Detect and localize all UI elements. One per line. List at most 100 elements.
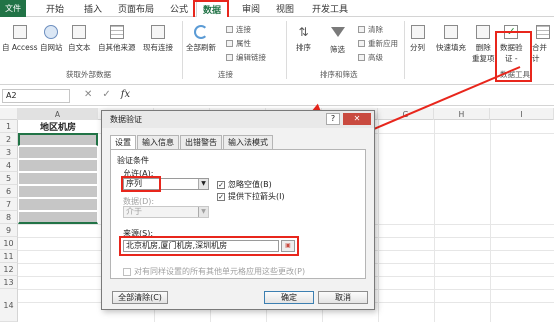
formula-bar: A2 ✕ ✓ fx xyxy=(0,86,554,106)
connections-button[interactable]: 连接 xyxy=(226,24,251,35)
properties-icon xyxy=(226,40,233,47)
cell-a6[interactable] xyxy=(18,185,98,198)
group-label-external-data: 获取外部数据 xyxy=(66,70,111,79)
from-web-button[interactable]: 自网站 xyxy=(40,25,63,53)
dialog-tabs: 设置 输入信息 出错警告 输入法模式 xyxy=(110,135,274,149)
row-header-11[interactable]: 11 xyxy=(0,250,18,263)
reapply-button[interactable]: 重新应用 xyxy=(358,38,398,49)
consolidate-button[interactable]: 合并计 xyxy=(532,25,554,64)
tab-file[interactable]: 文件 xyxy=(0,0,26,17)
remove-duplicates-icon xyxy=(476,25,491,39)
properties-button[interactable]: 属性 xyxy=(226,38,251,49)
apply-all-checkbox[interactable]: 对有同样设置的所有其他单元格应用这些更改(P) xyxy=(123,266,305,277)
data-select[interactable]: 介于 ▼ xyxy=(123,206,209,218)
enter-icon[interactable]: ✓ xyxy=(102,89,110,100)
help-button[interactable]: ? xyxy=(326,113,340,125)
cell-a8[interactable] xyxy=(18,211,98,224)
tab-home[interactable]: 开始 xyxy=(46,0,64,17)
column-header-h[interactable]: H xyxy=(434,108,490,120)
from-access-button[interactable]: 自 Access xyxy=(2,25,38,53)
select-all-corner[interactable] xyxy=(0,108,18,120)
ribbon-separator xyxy=(182,21,183,79)
close-button[interactable]: ✕ xyxy=(343,113,371,125)
checkbox-checked-icon: ✓ xyxy=(217,192,225,201)
in-cell-dropdown-checkbox[interactable]: ✓ 提供下拉箭头(I) xyxy=(217,191,285,202)
row-header-10[interactable]: 10 xyxy=(0,237,18,250)
cell-a1[interactable]: 地区机房 xyxy=(18,120,98,133)
text-file-icon xyxy=(72,25,87,39)
clear-all-button[interactable]: 全部清除(C) xyxy=(112,291,168,304)
cell-a7[interactable] xyxy=(18,198,98,211)
row-header-2[interactable]: 2 xyxy=(0,133,18,146)
cancel-button[interactable]: 取消 xyxy=(318,291,368,304)
reapply-icon xyxy=(358,40,365,47)
ignore-blank-checkbox[interactable]: ✓ 忽略空值(B) xyxy=(217,179,272,190)
from-text-button[interactable]: 自文本 xyxy=(68,25,91,53)
source-highlight xyxy=(119,236,299,256)
row-header-4[interactable]: 4 xyxy=(0,159,18,172)
gridline xyxy=(490,120,491,322)
from-other-sources-button[interactable]: 自其他来源 xyxy=(98,25,136,53)
row-header-3[interactable]: 3 xyxy=(0,146,18,159)
chevron-down-icon: ▼ xyxy=(198,207,208,217)
advanced-filter-button[interactable]: 高级 xyxy=(358,52,383,63)
row-header-9[interactable]: 9 xyxy=(0,224,18,237)
ribbon-separator xyxy=(286,21,287,79)
tab-developer[interactable]: 开发工具 xyxy=(312,0,348,17)
row-header-6[interactable]: 6 xyxy=(0,185,18,198)
text-to-columns-button[interactable]: 分列 xyxy=(410,25,425,53)
connection-icon xyxy=(151,25,165,39)
globe-icon xyxy=(44,25,59,39)
tab-input-message[interactable]: 输入信息 xyxy=(137,135,179,149)
tab-insert[interactable]: 插入 xyxy=(84,0,102,17)
row-header-13[interactable]: 13 xyxy=(0,276,18,289)
sort-icon: ⇅ xyxy=(298,25,309,39)
cell-a2[interactable] xyxy=(18,133,98,146)
ribbon-tab-bar: 文件 开始 插入 页面布局 公式 数据 审阅 视图 开发工具 xyxy=(0,0,554,18)
formula-bar-buttons: ✕ ✓ fx xyxy=(84,89,130,100)
tab-error-alert[interactable]: 出错警告 xyxy=(180,135,222,149)
row-header-12[interactable]: 12 xyxy=(0,263,18,276)
gridline xyxy=(378,120,379,322)
tab-formulas[interactable]: 公式 xyxy=(170,0,188,17)
row-header-14[interactable]: 14 xyxy=(0,289,18,322)
data-validation-dialog: 数据验证 ? ✕ 设置 输入信息 出错警告 输入法模式 验证条件 允许(A): … xyxy=(101,110,375,310)
row-header-8[interactable]: 8 xyxy=(0,211,18,224)
remove-duplicates-button[interactable]: 删除 重复项 xyxy=(472,25,495,64)
existing-connections-button[interactable]: 现有连接 xyxy=(143,25,173,53)
ribbon: 自 Access 自网站 自文本 自其他来源 现有连接 获取外部数据 全部刷新 … xyxy=(0,17,554,85)
refresh-all-button[interactable]: 全部刷新 xyxy=(186,25,216,53)
cell-a3[interactable] xyxy=(18,146,98,159)
tab-settings[interactable]: 设置 xyxy=(110,135,136,149)
cell-a4[interactable] xyxy=(18,159,98,172)
cell-a5[interactable] xyxy=(18,172,98,185)
tab-review[interactable]: 审阅 xyxy=(242,0,260,17)
row-header-7[interactable]: 7 xyxy=(0,198,18,211)
gridline xyxy=(434,120,435,322)
filter-icon xyxy=(330,27,345,41)
sort-button[interactable]: ⇅ 排序 xyxy=(296,25,311,53)
flash-fill-button[interactable]: 快速填充 xyxy=(436,25,466,53)
clear-filter-button[interactable]: 清除 xyxy=(358,24,383,35)
group-label-sort-filter: 排序和筛选 xyxy=(320,70,358,79)
filter-button[interactable]: 筛选 xyxy=(330,25,345,55)
fx-icon[interactable]: fx xyxy=(121,89,130,100)
tab-view[interactable]: 视图 xyxy=(276,0,294,17)
checkbox-empty-icon xyxy=(123,267,131,276)
column-header-i[interactable]: I xyxy=(490,108,554,120)
edit-links-button[interactable]: 编辑链接 xyxy=(226,52,266,63)
ok-button[interactable]: 确定 xyxy=(264,291,314,304)
column-header-a[interactable]: A xyxy=(18,108,98,120)
dialog-title: 数据验证 xyxy=(110,115,142,124)
row-header-1[interactable]: 1 xyxy=(0,120,18,133)
settings-panel: 验证条件 允许(A): 序列 ▼ ✓ 忽略空值(B) ✓ 提供下拉箭头(I) 数… xyxy=(110,149,366,279)
row-header-5[interactable]: 5 xyxy=(0,172,18,185)
consolidate-icon xyxy=(536,25,550,39)
tab-ime-mode[interactable]: 输入法模式 xyxy=(223,135,273,149)
name-box[interactable]: A2 xyxy=(2,89,70,103)
tab-page-layout[interactable]: 页面布局 xyxy=(118,0,154,17)
cancel-icon[interactable]: ✕ xyxy=(84,89,92,100)
other-sources-icon xyxy=(109,25,124,39)
ribbon-separator xyxy=(404,21,405,79)
allow-highlight xyxy=(121,176,161,192)
